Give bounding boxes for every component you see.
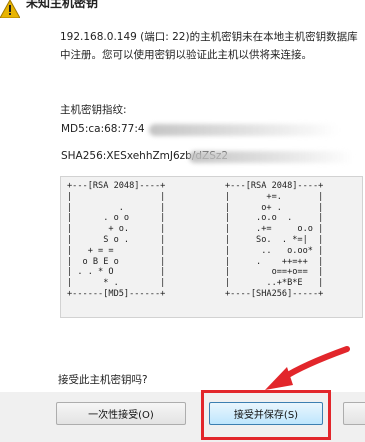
- md5-fingerprint[interactable]: MD5:ca:68:77:4: [61, 123, 351, 141]
- warning-icon: [0, 0, 20, 18]
- accept-question: 接受此主机密钥吗?: [58, 374, 148, 386]
- accept-once-button[interactable]: 一次性接受(O): [56, 402, 186, 425]
- randomart-sha256: +---[RSA 2048]----+ | +=. | | o+ . | | .…: [225, 181, 324, 299]
- dialog-message: 192.168.0.149 (端口: 22)的主机密钥未在本地主机密钥数据库中注…: [60, 31, 358, 61]
- sha256-fingerprint[interactable]: SHA256:XESxehhZmJ6zb/dZSz2: [61, 150, 354, 168]
- redaction-blur: [189, 151, 354, 163]
- fingerprint-label: 主机密钥指纹:: [60, 104, 127, 116]
- red-arrow-annotation: [265, 346, 350, 390]
- dialog-title: 未知主机密钥: [26, 0, 99, 10]
- highlight-annotation: [201, 390, 331, 440]
- md5-fingerprint-text: MD5:ca:68:77:4: [61, 123, 145, 135]
- randomart-md5: +---[RSA 2048]----+ | | | . | | . o o | …: [67, 181, 166, 299]
- redaction-blur: [149, 124, 339, 136]
- cancel-button[interactable]: [343, 402, 365, 425]
- dialog-title-bar: 未知主机密钥: [0, 0, 365, 24]
- randomart-panel: +---[RSA 2048]----+ | | | . | | . o o | …: [60, 176, 363, 318]
